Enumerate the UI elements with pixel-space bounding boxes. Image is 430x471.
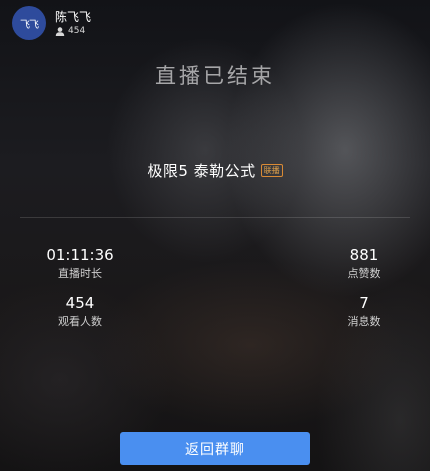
duration-value: 01:11:36	[46, 246, 114, 264]
host-info: 陈飞飞 454	[55, 9, 91, 37]
live-ended-title: 直播已结束	[155, 64, 275, 88]
likes-value: 881	[349, 246, 379, 264]
course-title: 极限5 泰勒公式	[147, 162, 256, 180]
avatar[interactable]: 飞飞	[12, 6, 46, 40]
messages-value: 7	[359, 294, 369, 312]
back-to-group-chat-button[interactable]: 返回群聊	[120, 432, 310, 465]
host-header: 飞飞 陈飞飞 454	[12, 6, 91, 40]
messages-label: 消息数	[347, 315, 381, 328]
viewers-value: 454	[65, 294, 95, 312]
divider	[20, 217, 410, 218]
broadcast-tag: 联播	[260, 164, 283, 177]
stat-duration: 01:11:36 直播时长	[40, 245, 120, 282]
stat-likes: 881 点赞数	[338, 245, 390, 282]
likes-label: 点赞数	[347, 267, 381, 280]
person-icon	[55, 26, 65, 36]
viewers-label: 观看人数	[58, 315, 102, 328]
viewer-count-row: 454	[55, 25, 91, 37]
viewer-count: 454	[68, 26, 86, 36]
course-row: 极限5 泰勒公式 联播	[0, 160, 430, 181]
live-ended-screen: 飞飞 陈飞飞 454 直播已结束 极限5 泰勒公式 联播 01:11:36 直播…	[0, 0, 430, 471]
duration-label: 直播时长	[58, 267, 102, 280]
stat-viewers: 454 观看人数	[40, 293, 120, 330]
stat-messages: 7 消息数	[338, 293, 390, 330]
host-name: 陈飞飞	[55, 10, 92, 24]
